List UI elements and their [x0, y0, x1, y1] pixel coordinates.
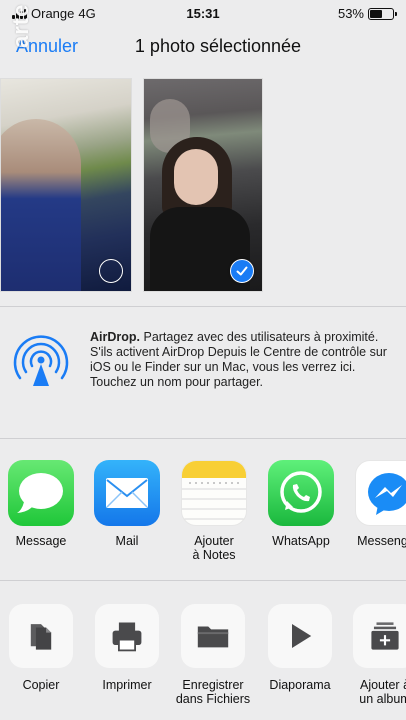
action-label: Enregistrer dans Fichiers	[175, 678, 251, 706]
app-mail[interactable]: Mail	[87, 460, 167, 548]
folder-icon	[181, 604, 245, 668]
photo-subject	[1, 119, 81, 291]
action-add-to-album[interactable]: Ajouter à un album	[340, 604, 406, 706]
messenger-icon	[355, 460, 406, 526]
action-copy[interactable]: Copier	[0, 604, 86, 692]
share-sheet-header: Annuler 1 photo sélectionnée	[0, 26, 406, 68]
app-label: WhatsApp	[272, 534, 330, 548]
airdrop-title: AirDrop.	[90, 330, 140, 344]
divider	[0, 580, 406, 581]
share-apps-row[interactable]: Message Mail Ajouter à Notes WhatsApp Me…	[0, 452, 406, 570]
app-add-to-notes[interactable]: Ajouter à Notes	[174, 460, 254, 562]
battery-icon	[368, 7, 397, 20]
divider	[0, 306, 406, 307]
action-label: Ajouter à un album	[359, 678, 406, 706]
messages-icon	[8, 460, 74, 526]
whatsapp-icon	[268, 460, 334, 526]
printer-icon	[95, 604, 159, 668]
photo-subject-face	[174, 149, 218, 205]
notes-icon	[181, 460, 247, 526]
battery-fill	[370, 9, 382, 18]
action-label: Copier	[22, 678, 60, 692]
add-to-album-icon	[353, 604, 406, 668]
arte-watermark-logo: arte	[8, 3, 33, 48]
airdrop-section[interactable]: AirDrop. Partagez avec des utilisateurs …	[0, 318, 406, 418]
share-actions-row[interactable]: Copier Imprimer Enregistrer dans Fichier…	[0, 596, 406, 720]
page-title: 1 photo sélectionnée	[134, 36, 302, 56]
action-save-to-files[interactable]: Enregistrer dans Fichiers	[168, 604, 258, 706]
divider	[0, 438, 406, 439]
app-label: Mail	[115, 534, 139, 548]
checkmark-selected-icon[interactable]	[230, 259, 254, 283]
app-label: Message	[15, 534, 67, 548]
play-icon	[268, 604, 332, 668]
action-label: Imprimer	[102, 678, 152, 692]
app-messenger[interactable]: Messenger	[348, 460, 406, 548]
battery-info: 53%	[337, 6, 397, 21]
app-label: Messenger	[357, 534, 406, 548]
battery-percentage: 53%	[337, 6, 364, 21]
action-label: Diaporama	[269, 678, 331, 692]
airdrop-icon	[13, 335, 69, 386]
mail-icon	[94, 460, 160, 526]
photo-thumbnail-2[interactable]	[143, 78, 263, 292]
status-bar: Orange 4G 15:31 53%	[0, 0, 406, 26]
app-message[interactable]: Message	[1, 460, 81, 548]
copy-icon	[9, 604, 73, 668]
photo-strip[interactable]	[0, 78, 406, 294]
photo-thumbnail-1[interactable]	[0, 78, 132, 292]
app-whatsapp[interactable]: WhatsApp	[261, 460, 341, 548]
app-label: Ajouter à Notes	[192, 534, 236, 562]
action-slideshow[interactable]: Diaporama	[255, 604, 345, 692]
select-circle-icon[interactable]	[99, 259, 123, 283]
airdrop-description: AirDrop. Partagez avec des utilisateurs …	[90, 330, 400, 390]
action-print[interactable]: Imprimer	[82, 604, 172, 692]
